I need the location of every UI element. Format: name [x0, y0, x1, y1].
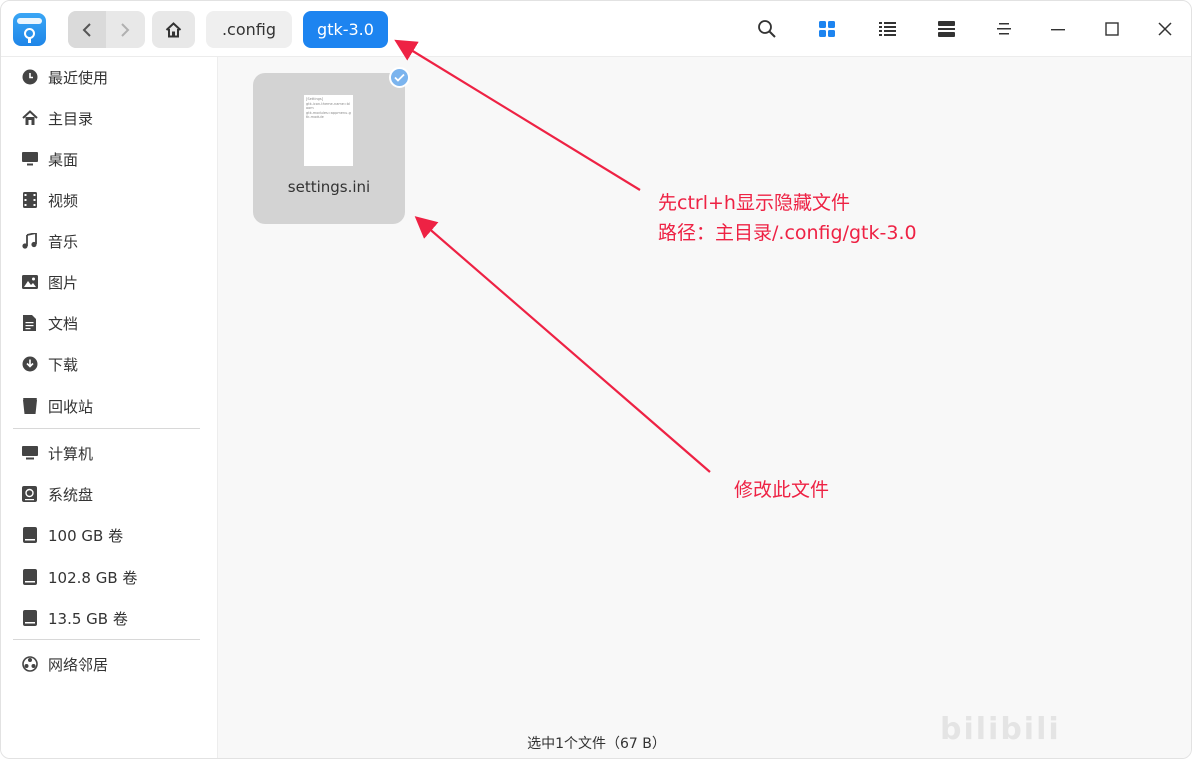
sidebar-item-home[interactable]: 主目录 [1, 100, 218, 136]
home-icon [21, 110, 38, 127]
tree-view-button[interactable] [932, 15, 960, 43]
sidebar-item-label: 音乐 [48, 232, 79, 251]
forward-button[interactable] [106, 11, 144, 48]
sidebar-item-recent[interactable]: 最近使用 [1, 59, 218, 95]
sidebar-item-videos[interactable]: 视频 [1, 182, 218, 218]
sidebar-divider [13, 639, 200, 640]
sidebar-item-label: 文档 [48, 314, 79, 333]
annotation-note-edit-file: 修改此文件 [734, 479, 830, 501]
file-item-settings-ini[interactable]: [Settings] gtk-icon-theme-name=bloom gtk… [253, 73, 405, 224]
sidebar-item-label: 图片 [48, 273, 79, 292]
sidebar-item-downloads[interactable]: 下载 [1, 346, 218, 382]
sidebar-item-label: 网络邻居 [48, 655, 109, 674]
sidebar-item-system-disk[interactable]: 系统盘 [1, 476, 218, 512]
list-view-button[interactable] [873, 15, 901, 43]
status-bar-text: 选中1个文件（67 B） [527, 736, 666, 752]
annotation-note-path: 路径：主目录/.config/gtk-3.0 [658, 222, 917, 244]
selected-check-icon [389, 67, 410, 88]
icon-view-button[interactable] [813, 15, 841, 43]
file-manager-window: .config gtk-3.0 最近使用 主目录 桌面 视频 音乐 图片 文档 … [0, 0, 1192, 759]
video-icon [21, 192, 38, 209]
download-icon [21, 356, 38, 373]
sidebar-item-pictures[interactable]: 图片 [1, 264, 218, 300]
thumbnail-line: gtk-modules=appmenu-gtk-module [306, 110, 351, 120]
sidebar-item-desktop[interactable]: 桌面 [1, 141, 218, 177]
file-name: settings.ini [287, 178, 371, 196]
search-icon [758, 20, 776, 38]
title-bar: .config gtk-3.0 [1, 1, 1191, 57]
search-button[interactable] [753, 15, 781, 43]
desktop-icon [21, 151, 38, 168]
back-button[interactable] [68, 11, 106, 48]
sidebar-item-label: 回收站 [48, 397, 94, 416]
chevron-right-icon [121, 22, 130, 37]
file-view[interactable]: [Settings] gtk-icon-theme-name=bloom gtk… [219, 58, 1191, 758]
sidebar-item-volume-100gb[interactable]: 100 GB 卷 [1, 517, 218, 553]
maximize-button[interactable] [1098, 15, 1126, 43]
sidebar-item-label: 系统盘 [48, 485, 94, 504]
grid-view-icon [819, 21, 835, 37]
sidebar-item-label: 桌面 [48, 150, 79, 169]
computer-icon [21, 445, 38, 462]
maximize-icon [1105, 22, 1119, 36]
home-button[interactable] [152, 11, 195, 48]
breadcrumb-config[interactable]: .config [206, 11, 292, 48]
trash-icon [21, 398, 38, 415]
sidebar-item-documents[interactable]: 文档 [1, 305, 218, 341]
sidebar-item-computer[interactable]: 计算机 [1, 435, 218, 471]
sidebar-item-label: 13.5 GB 卷 [48, 609, 128, 628]
sidebar-item-volume-102gb[interactable]: 102.8 GB 卷 [1, 559, 218, 595]
close-icon [1158, 22, 1172, 36]
breadcrumb-gtk-3-0[interactable]: gtk-3.0 [303, 11, 388, 48]
history-nav [68, 11, 145, 48]
sidebar-item-label: 主目录 [48, 109, 94, 128]
music-icon [21, 233, 38, 250]
network-icon [21, 656, 38, 673]
sidebar-item-label: 计算机 [48, 444, 94, 463]
home-icon [165, 21, 182, 37]
minimize-button[interactable] [1044, 15, 1072, 43]
tree-view-icon [937, 21, 955, 37]
sidebar-item-label: 100 GB 卷 [48, 526, 124, 545]
main-menu-button[interactable] [990, 15, 1018, 43]
minimize-icon [1051, 29, 1065, 31]
system-disk-icon [21, 486, 38, 503]
thumbnail-line: gtk-icon-theme-name=bloom [306, 101, 351, 111]
drive-icon [21, 610, 38, 627]
sidebar-item-trash[interactable]: 回收站 [1, 388, 218, 424]
chevron-left-icon [82, 22, 91, 37]
drive-icon [21, 527, 38, 544]
picture-icon [21, 274, 38, 291]
document-icon [21, 315, 38, 332]
close-button[interactable] [1151, 15, 1179, 43]
file-thumbnail: [Settings] gtk-icon-theme-name=bloom gtk… [304, 95, 353, 166]
list-view-icon [878, 22, 896, 36]
annotation-note-shortcut: 先ctrl+h显示隐藏文件 [658, 192, 850, 214]
sidebar-item-label: 102.8 GB 卷 [48, 568, 138, 587]
sidebar-item-label: 下载 [48, 355, 79, 374]
sidebar-divider [13, 428, 200, 429]
sidebar: 最近使用 主目录 桌面 视频 音乐 图片 文档 下载 回收站 计算机 系统盘 1… [1, 57, 218, 758]
sidebar-item-network[interactable]: 网络邻居 [1, 646, 218, 682]
menu-icon [997, 23, 1011, 35]
sidebar-item-label: 视频 [48, 191, 79, 210]
file-manager-logo-icon[interactable] [13, 13, 46, 46]
sidebar-item-music[interactable]: 音乐 [1, 223, 218, 259]
sidebar-item-label: 最近使用 [48, 68, 109, 87]
clock-icon [21, 69, 38, 86]
sidebar-item-volume-13gb[interactable]: 13.5 GB 卷 [1, 600, 218, 636]
drive-icon [21, 569, 38, 586]
watermark: bilibili [940, 712, 1061, 747]
